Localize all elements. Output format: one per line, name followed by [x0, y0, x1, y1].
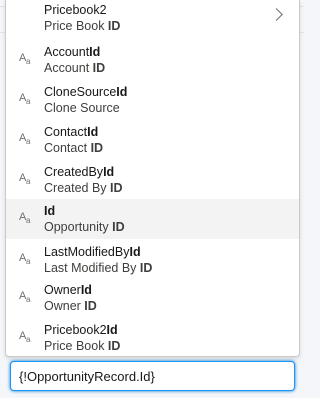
list-item[interactable]: Aa OwnerId Owner ID — [6, 278, 299, 318]
list-item[interactable]: Aa Pricebook2Id Price Book ID — [6, 318, 299, 356]
chevron-right-icon[interactable] — [270, 8, 283, 21]
text-type-icon: Aa — [19, 290, 31, 304]
resource-input[interactable] — [19, 368, 294, 384]
field-api-name: AccountId — [44, 45, 101, 59]
field-api-name: LastModifiedById — [44, 245, 141, 259]
field-api-name: Id — [44, 204, 56, 218]
field-api-name: CloneSourceId — [44, 85, 128, 99]
field-label: Last Modified By ID — [44, 261, 153, 275]
resource-input-container — [10, 361, 295, 391]
field-label: Clone Source — [44, 101, 120, 115]
list-item[interactable]: Aa CreatedById Created By ID — [6, 160, 299, 200]
field-label: Price Book ID — [44, 19, 121, 33]
text-type-icon: Aa — [19, 92, 31, 106]
text-type-icon: Aa — [19, 132, 31, 146]
resource-picker-dropdown: Pricebook2 Price Book ID Aa AccountId Ac… — [5, 0, 300, 357]
field-label: Opportunity ID — [44, 220, 125, 234]
field-label: Account ID — [44, 61, 106, 75]
icon-placeholder — [18, 10, 34, 26]
field-api-name: Pricebook2Id — [44, 323, 118, 337]
text-type-icon: Aa — [19, 330, 31, 344]
list-item[interactable]: Aa ContactId Contact ID — [6, 120, 299, 160]
field-label: Owner ID — [44, 299, 97, 313]
field-api-name: Pricebook2 — [44, 3, 107, 17]
field-label: Price Book ID — [44, 339, 121, 353]
field-label: Created By ID — [44, 181, 123, 195]
list-item[interactable]: Aa LastModifiedById Last Modified By ID — [6, 240, 299, 280]
list-item[interactable]: Aa CloneSourceId Clone Source — [6, 80, 299, 120]
field-label: Contact ID — [44, 141, 104, 155]
field-api-name: CreatedById — [44, 165, 115, 179]
text-type-icon: Aa — [19, 172, 31, 186]
list-item[interactable]: Aa AccountId Account ID — [6, 40, 299, 80]
field-api-name: ContactId — [44, 125, 99, 139]
text-type-icon: Aa — [19, 211, 31, 225]
text-type-icon: Aa — [19, 252, 31, 266]
text-type-icon: Aa — [19, 52, 31, 66]
list-item[interactable]: Pricebook2 Price Book ID — [6, 0, 299, 38]
field-api-name: OwnerId — [44, 283, 92, 297]
list-item-selected[interactable]: Aa Id Opportunity ID — [6, 199, 299, 239]
